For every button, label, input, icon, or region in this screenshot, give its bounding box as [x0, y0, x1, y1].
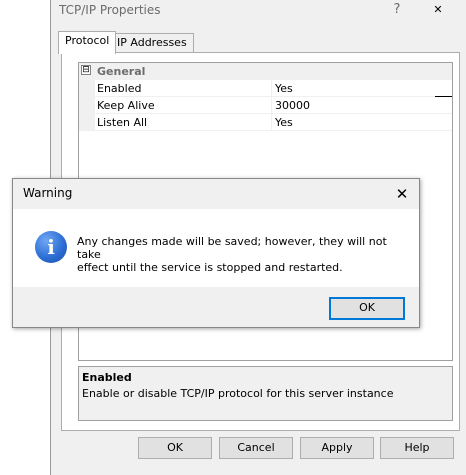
dialog-ok-button[interactable]: OK — [329, 297, 405, 320]
property-row-listen-all[interactable]: Listen All Yes — [79, 114, 452, 131]
description-panel: Enabled Enable or disable TCP/IP protoco… — [78, 366, 453, 421]
tab-ip-addresses[interactable]: IP Addresses — [110, 33, 194, 52]
message-line: effect until the service is stopped and … — [77, 261, 343, 274]
dialog-body: i Any changes made will be saved; howeve… — [13, 209, 419, 287]
help-icon[interactable]: ? — [386, 0, 408, 20]
property-value[interactable]: Yes — [275, 82, 293, 95]
apply-button[interactable]: Apply — [300, 437, 374, 459]
property-row-enabled[interactable]: Enabled Yes — [79, 80, 452, 97]
close-icon[interactable]: ✕ — [426, 0, 450, 20]
warning-dialog: Warning ✕ i Any changes made will be sav… — [12, 178, 420, 328]
dialog-title: Warning — [23, 186, 73, 200]
property-value[interactable]: 30000 — [275, 99, 310, 112]
property-row-keep-alive[interactable]: Keep Alive 30000 — [79, 97, 452, 114]
property-value[interactable]: Yes — [275, 116, 293, 129]
description-title: Enabled — [82, 371, 132, 384]
category-label: General — [97, 65, 146, 78]
property-name: Listen All — [97, 116, 148, 129]
message-line: Any changes made will be saved; however,… — [77, 235, 387, 261]
tab-protocol[interactable]: Protocol — [58, 31, 117, 54]
window-title: TCP/IP Properties — [59, 3, 161, 17]
cancel-button[interactable]: Cancel — [219, 437, 293, 459]
information-icon: i — [35, 231, 67, 263]
ok-button[interactable]: OK — [138, 437, 212, 459]
grid-scroll-marker — [435, 96, 452, 97]
help-button[interactable]: Help — [380, 437, 454, 459]
property-name: Keep Alive — [97, 99, 155, 112]
property-name: Enabled — [97, 82, 142, 95]
collapse-icon[interactable]: ⊟ — [81, 65, 91, 75]
close-icon[interactable]: ✕ — [389, 183, 415, 205]
dialog-message: Any changes made will be saved; however,… — [77, 235, 407, 274]
category-general[interactable]: ⊟ General — [79, 63, 452, 80]
description-text: Enable or disable TCP/IP protocol for th… — [82, 387, 394, 400]
